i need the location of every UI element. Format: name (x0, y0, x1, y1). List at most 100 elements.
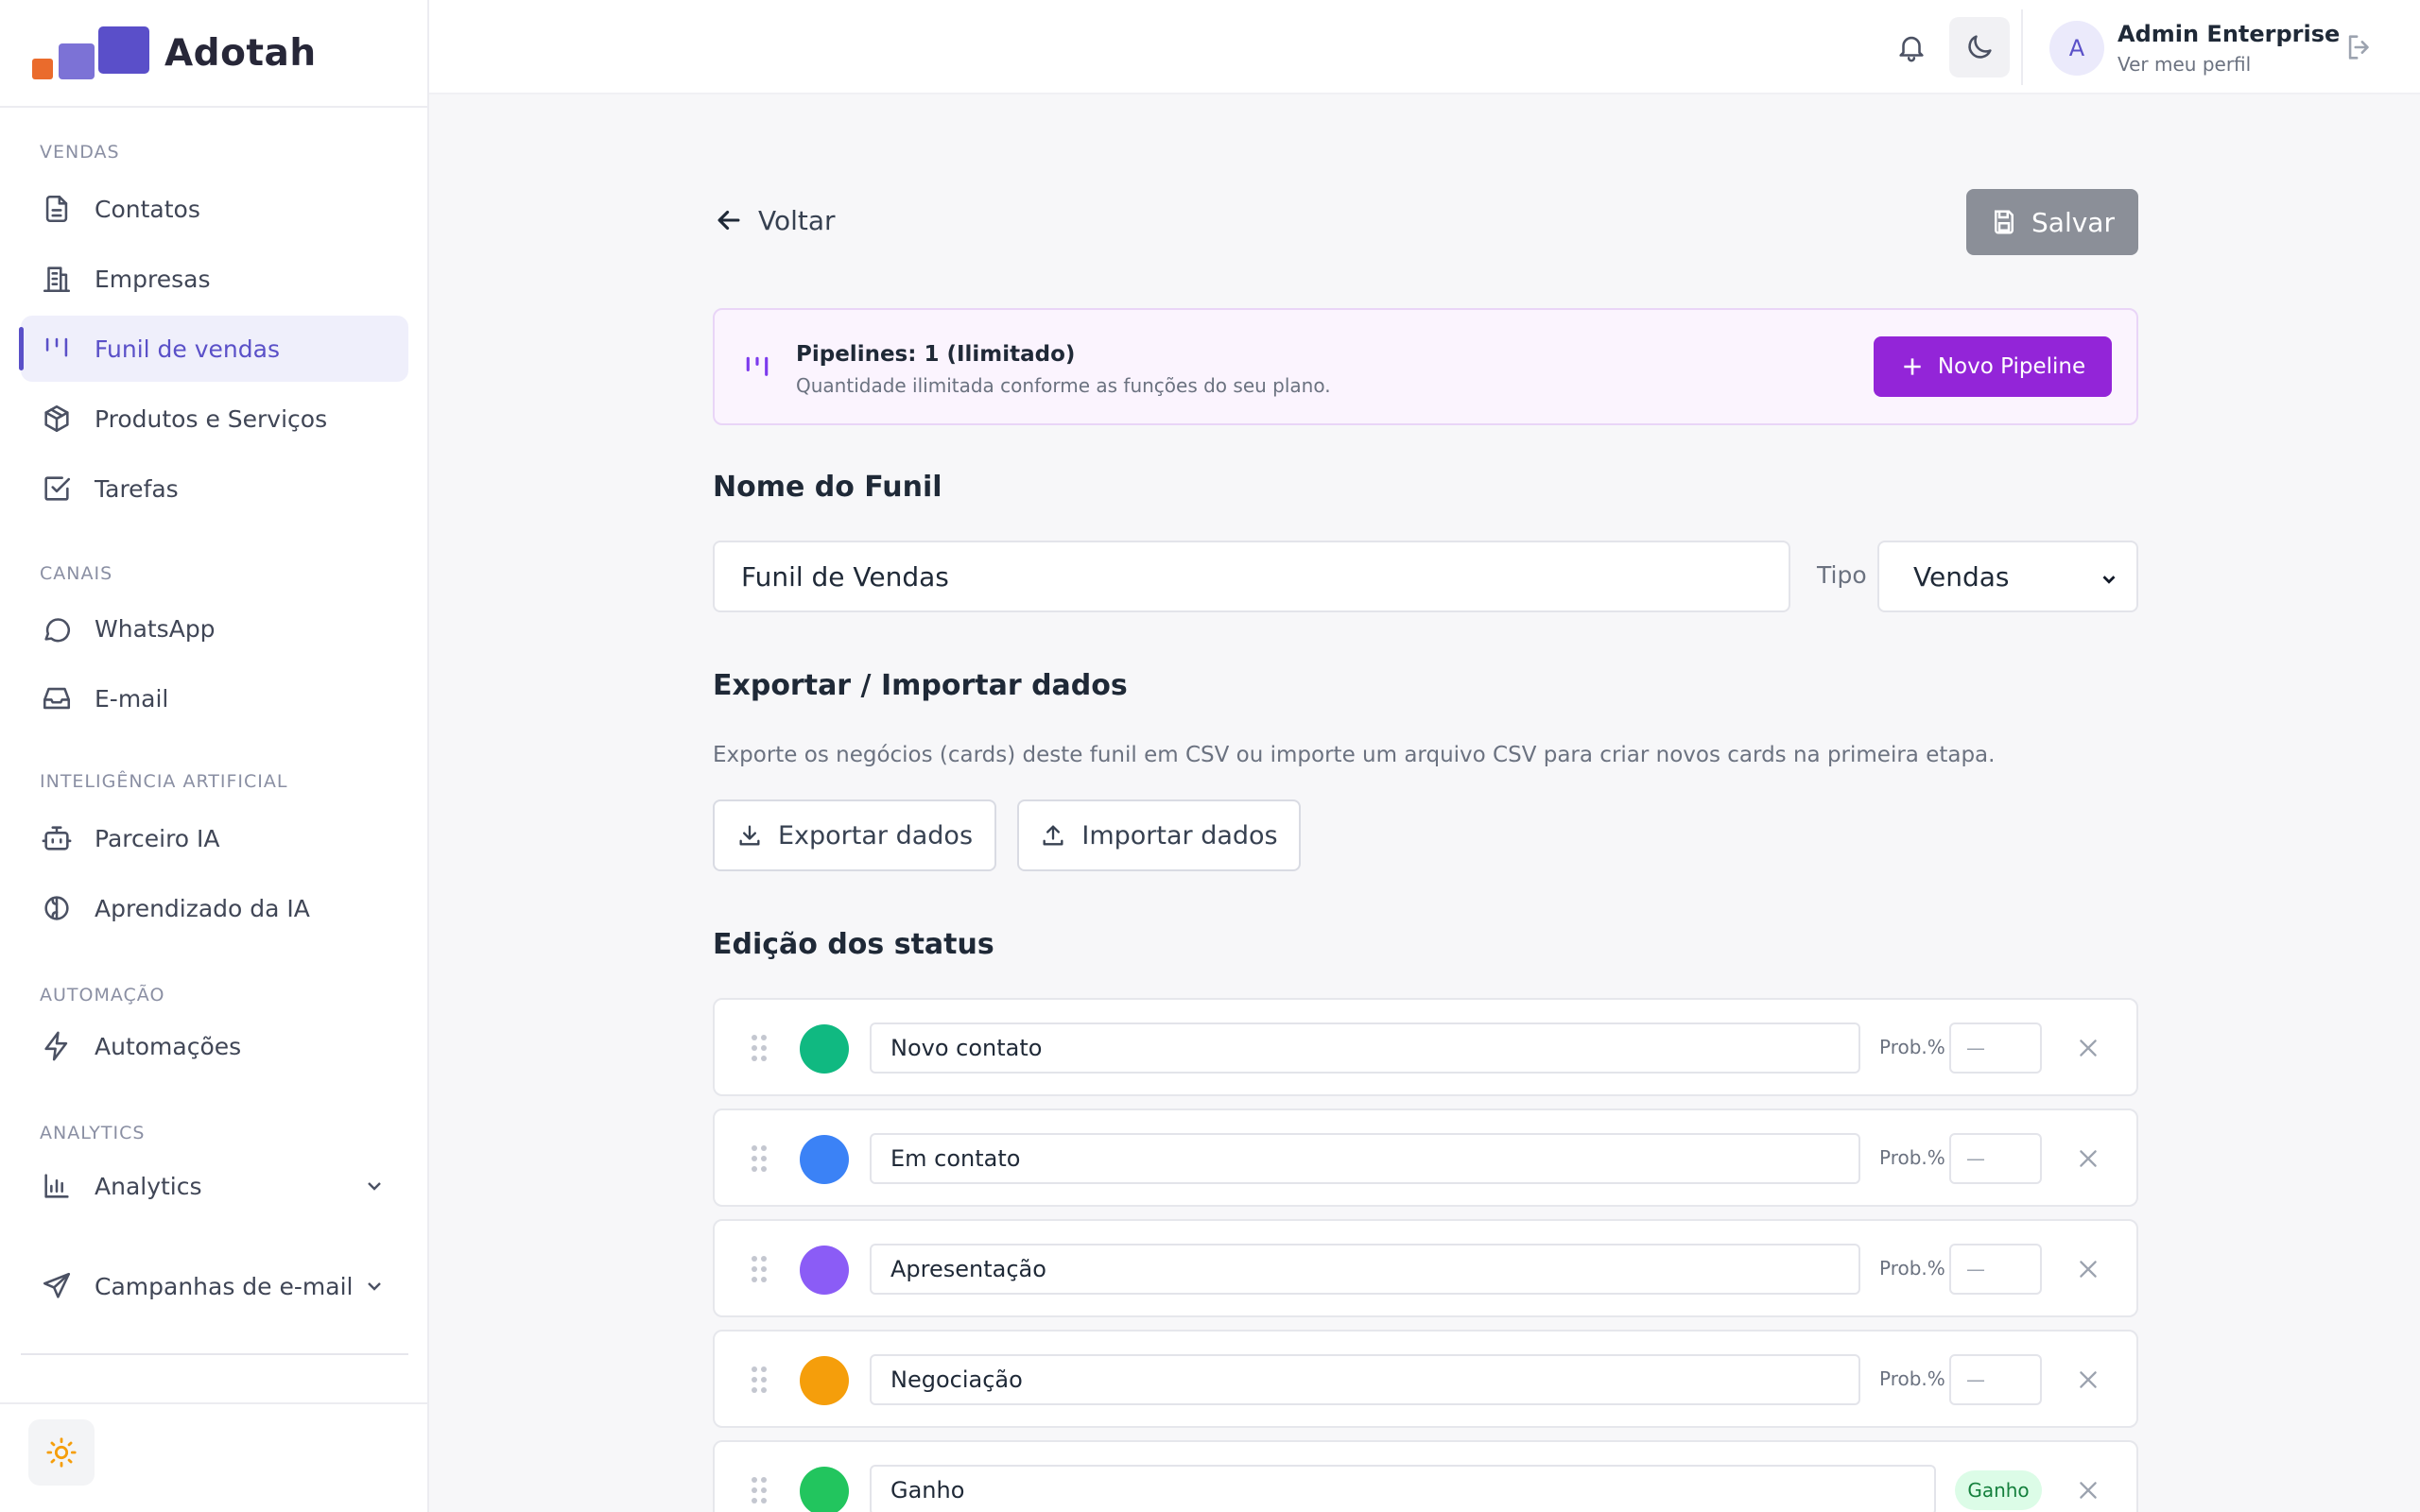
new-pipeline-button[interactable]: Novo Pipeline (1874, 336, 2112, 397)
sidebar-item-email[interactable]: E-mail (21, 665, 408, 731)
drag-handle-icon[interactable] (751, 1144, 768, 1173)
status-color-picker[interactable] (800, 1467, 849, 1512)
status-color-picker[interactable] (800, 1024, 849, 1074)
sidebar-item-empresas[interactable]: Empresas (21, 246, 408, 312)
remove-status-button[interactable] (2076, 1257, 2100, 1281)
back-button[interactable]: Voltar (713, 204, 836, 236)
logo-mark (32, 26, 149, 79)
dark-mode-button[interactable] (1949, 17, 2010, 77)
new-pipeline-label: Novo Pipeline (1937, 354, 2086, 379)
close-icon (2080, 1040, 2097, 1057)
sidebar-item-whatsapp[interactable]: WhatsApp (21, 595, 408, 662)
building-icon (40, 262, 74, 296)
sidebar-item-label: Automações (95, 1032, 242, 1060)
topbar-divider (2021, 9, 2023, 85)
chevron-down-icon[interactable] (363, 1175, 386, 1197)
status-name-input[interactable]: Apresentação (870, 1244, 1860, 1295)
won-badge: Ganho (1955, 1470, 2042, 1510)
export-label: Exportar dados (777, 820, 974, 850)
status-row: Novo contato Prob.% — (713, 998, 2138, 1096)
avatar[interactable]: A (2049, 21, 2104, 76)
chat-bubble-icon (40, 611, 74, 645)
logo[interactable]: Adotah (0, 0, 427, 108)
pipelines-title: Pipelines: 1 (Ilimitado) (796, 342, 1076, 367)
status-name-input[interactable]: Negociação (870, 1354, 1860, 1405)
remove-status-button[interactable] (2076, 1146, 2100, 1171)
sidebar-item-label: Produtos e Serviços (95, 404, 328, 433)
checkbox-icon (40, 472, 74, 506)
user-name[interactable]: Admin Enterprise (2118, 21, 2340, 47)
sidebar-item-label: Funil de vendas (95, 335, 280, 363)
sidebar-item-produtos[interactable]: Produtos e Serviços (21, 386, 408, 452)
plus-icon (1904, 358, 1921, 375)
arrow-left-icon (717, 210, 740, 231)
export-description: Exporte os negócios (cards) deste funil … (713, 743, 1996, 767)
sidebar-item-tarefas[interactable]: Tarefas (21, 455, 408, 522)
lightning-icon (40, 1029, 74, 1063)
sidebar: Adotah VENDAS Contatos Empresas Funil de… (0, 0, 429, 1512)
prob-label: Prob.% (1879, 1367, 1945, 1390)
bar-chart-icon (40, 1169, 74, 1203)
status-color-picker[interactable] (800, 1246, 849, 1295)
chevron-down-icon[interactable] (363, 1275, 386, 1297)
remove-status-button[interactable] (2076, 1036, 2100, 1060)
sidebar-item-automacoes[interactable]: Automações (21, 1013, 408, 1079)
status-color-picker[interactable] (800, 1135, 849, 1184)
import-button[interactable]: Importar dados (1017, 799, 1301, 871)
sidebar-item-parceiro-ia[interactable]: Parceiro IA (21, 805, 408, 871)
prob-input[interactable]: — (1949, 1133, 2042, 1184)
sidebar-item-label: Aprendizado da IA (95, 894, 310, 922)
section-analytics: ANALYTICS (40, 1123, 146, 1143)
drag-handle-icon[interactable] (751, 1255, 768, 1283)
remove-status-button[interactable] (2076, 1367, 2100, 1392)
sidebar-item-funil[interactable]: Funil de vendas (19, 316, 408, 382)
sidebar-item-label: Campanhas de e-mail (95, 1272, 354, 1300)
status-row: Apresentação Prob.% — (713, 1219, 2138, 1317)
sidebar-item-campanhas[interactable]: Campanhas de e-mail (21, 1253, 408, 1319)
sidebar-item-label: Tarefas (95, 474, 179, 503)
back-label: Voltar (758, 204, 836, 236)
send-icon (40, 1269, 74, 1303)
remove-status-button[interactable] (2076, 1478, 2100, 1503)
section-ia: INTELIGÊNCIA ARTIFICIAL (40, 771, 288, 792)
export-button[interactable]: Exportar dados (713, 799, 996, 871)
upload-icon (1043, 825, 1063, 846)
import-label: Importar dados (1081, 820, 1278, 850)
drag-handle-icon[interactable] (751, 1476, 768, 1504)
inbox-icon (40, 681, 74, 715)
status-name-input[interactable]: Ganho (870, 1465, 1936, 1512)
type-label: Tipo (1817, 561, 1867, 589)
sidebar-item-label: Empresas (95, 265, 211, 293)
status-color-picker[interactable] (800, 1356, 849, 1405)
profile-link[interactable]: Ver meu perfil (2118, 53, 2251, 76)
drag-handle-icon[interactable] (751, 1366, 768, 1394)
prob-input[interactable]: — (1949, 1244, 2042, 1295)
section-vendas: VENDAS (40, 142, 120, 163)
type-select[interactable]: Vendas (1877, 541, 2138, 612)
close-icon (2080, 1150, 2097, 1167)
export-title: Exportar / Importar dados (713, 669, 1128, 702)
status-name-input[interactable]: Novo contato (870, 1022, 1860, 1074)
theme-toggle-button[interactable] (28, 1419, 95, 1486)
status-name-input[interactable]: Em contato (870, 1133, 1860, 1184)
sidebar-item-contatos[interactable]: Contatos (21, 176, 408, 242)
section-canais: CANAIS (40, 563, 113, 584)
sidebar-item-label: E-mail (95, 684, 169, 713)
sidebar-item-label: WhatsApp (95, 614, 216, 643)
funnel-name-input[interactable]: Funil de Vendas (713, 541, 1790, 612)
notifications-button[interactable] (1885, 21, 1938, 74)
save-button[interactable]: Salvar (1966, 189, 2138, 255)
sun-icon (46, 1437, 77, 1468)
sidebar-item-aprendizado[interactable]: Aprendizado da IA (21, 875, 408, 941)
funnel-name-title: Nome do Funil (713, 471, 942, 504)
bell-icon (1899, 36, 1924, 62)
prob-input[interactable]: — (1949, 1022, 2042, 1074)
logout-button[interactable] (2337, 25, 2382, 70)
pipelines-banner: Pipelines: 1 (Ilimitado) Quantidade ilim… (713, 308, 2138, 425)
package-icon (40, 402, 74, 436)
sidebar-item-analytics[interactable]: Analytics (21, 1153, 408, 1219)
drag-handle-icon[interactable] (751, 1034, 768, 1062)
document-icon (40, 192, 74, 226)
moon-icon (1968, 35, 1992, 59)
prob-input[interactable]: — (1949, 1354, 2042, 1405)
